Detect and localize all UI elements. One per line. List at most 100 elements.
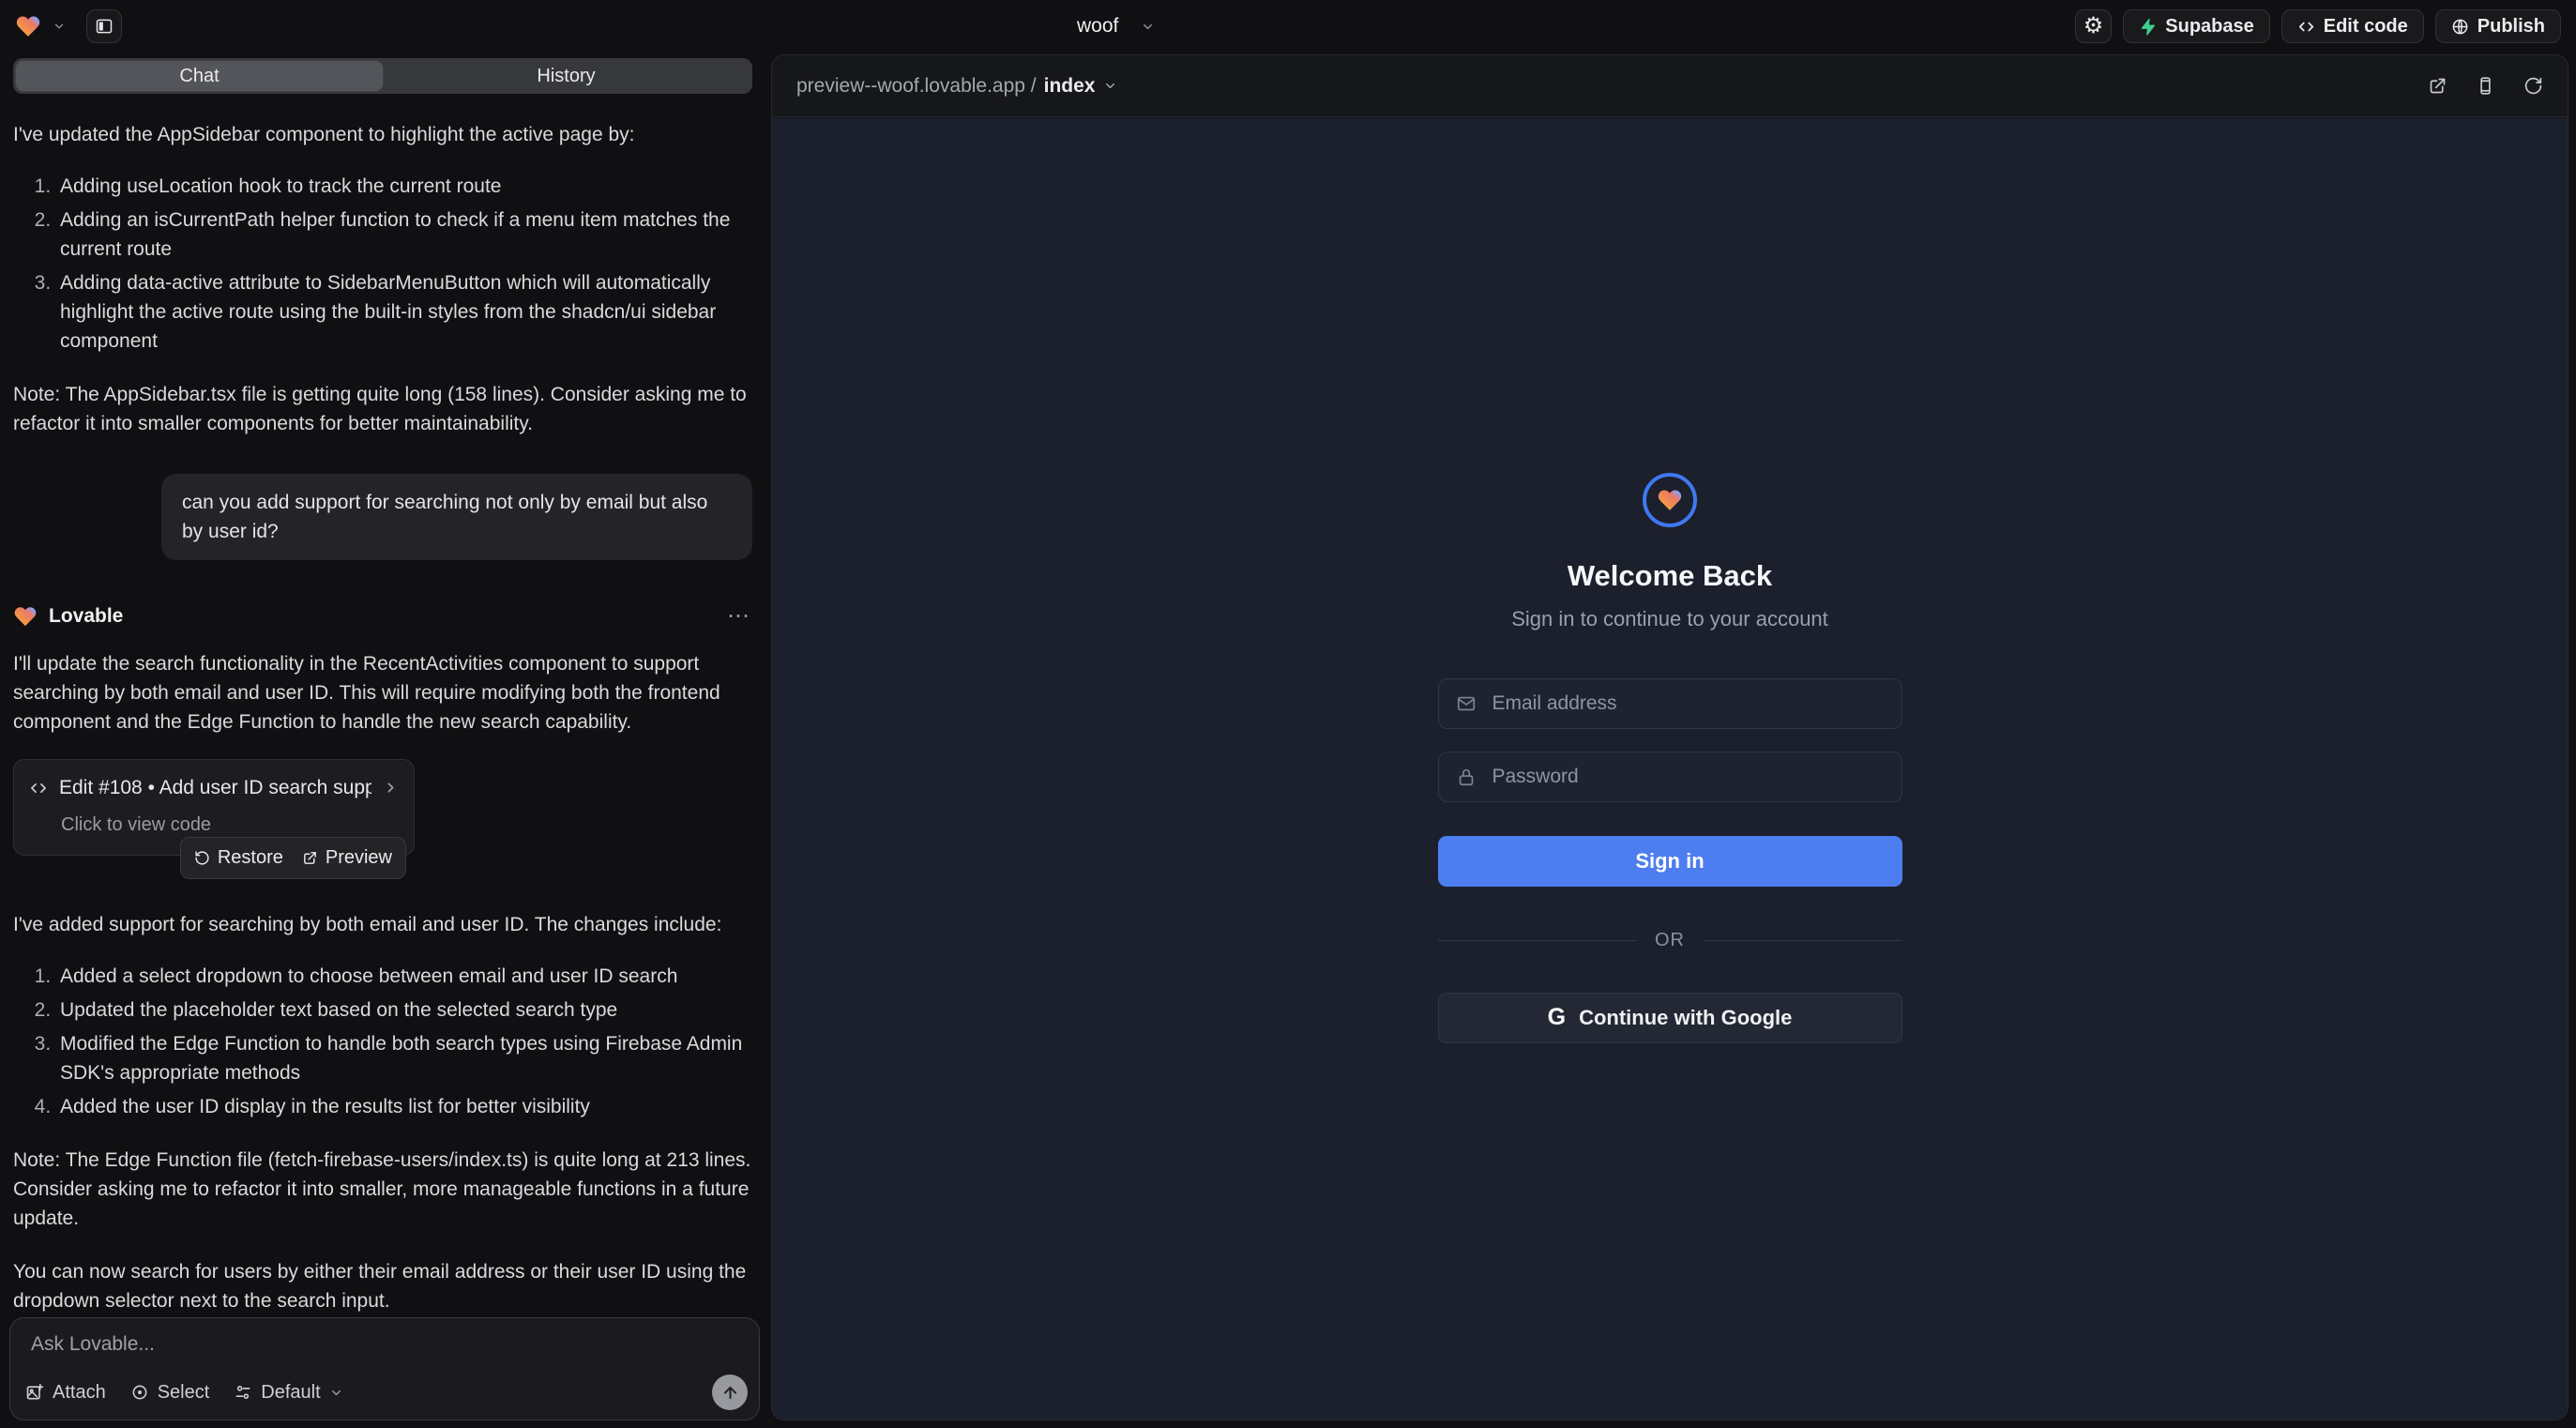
preview-button[interactable]: Preview (302, 843, 392, 873)
email-input[interactable] (1491, 691, 1885, 716)
restore-icon (194, 850, 210, 866)
chat-history-tabs: Chat History (13, 58, 752, 94)
project-name: woof (1077, 15, 1118, 38)
lovable-heart-icon (13, 605, 38, 628)
divider-line (1704, 940, 1902, 941)
assistant-name: Lovable (49, 601, 123, 630)
or-divider: OR (1438, 930, 1902, 951)
list-item: Updated the placeholder text based on th… (56, 995, 752, 1025)
list-item: Added the user ID display in the results… (56, 1092, 752, 1121)
edit-card[interactable]: Edit #108 • Add user ID search supp... C… (13, 759, 415, 856)
list-item: Adding an isCurrentPath helper function … (56, 205, 752, 264)
chat-input[interactable] (29, 1331, 740, 1373)
chat-composer[interactable]: Attach Select Default (9, 1317, 760, 1420)
attach-button[interactable]: Attach (25, 1382, 106, 1404)
user-message-row: can you add support for searching not on… (13, 474, 752, 560)
sign-in-button[interactable]: Sign in (1438, 836, 1902, 887)
target-icon (130, 1383, 149, 1402)
publish-button[interactable]: Publish (2435, 9, 2561, 43)
or-label: OR (1655, 930, 1685, 951)
url-chevron-down-icon (1103, 79, 1117, 93)
arrow-up-icon (721, 1384, 739, 1402)
send-button[interactable] (712, 1375, 748, 1410)
assistant-header: Lovable ⋯ (13, 601, 752, 630)
tab-chat[interactable]: Chat (16, 61, 383, 91)
edit-card-subtitle: Click to view code (61, 811, 399, 840)
project-switcher[interactable]: woof (1077, 0, 1155, 53)
preview-domain: preview--woof.lovable.app / (796, 75, 1037, 98)
preview-label: Preview (326, 843, 392, 873)
divider-line (1438, 940, 1637, 941)
assistant-message-text: I've added support for searching by both… (13, 910, 752, 939)
code-brackets-icon (29, 779, 48, 798)
lock-icon (1456, 767, 1477, 787)
select-label: Select (158, 1382, 210, 1404)
publish-label: Publish (2478, 16, 2545, 38)
edit-code-button[interactable]: Edit code (2281, 9, 2424, 43)
app-heart-icon (1657, 488, 1683, 512)
composer-toolbar: Attach Select Default (25, 1375, 748, 1410)
assistant-message-text: I'll update the search functionality in … (13, 649, 752, 737)
login-subtitle: Sign in to continue to your account (1511, 607, 1828, 631)
smartphone-icon (2476, 76, 2495, 96)
assistant-note: Note: The AppSidebar.tsx file is getting… (13, 380, 752, 438)
open-in-new-tab-button[interactable] (2428, 76, 2447, 96)
mobile-view-button[interactable] (2476, 76, 2495, 96)
sliders-icon (234, 1383, 252, 1402)
edit-card-title: Edit #108 • Add user ID search supp... (59, 773, 371, 802)
external-link-icon (302, 850, 318, 866)
google-label: Continue with Google (1579, 1006, 1792, 1030)
image-plus-icon (25, 1383, 44, 1402)
mode-dropdown[interactable]: Default (234, 1382, 342, 1404)
panel-left-icon (95, 17, 114, 36)
list-item: Adding data-active attribute to SidebarM… (56, 268, 752, 356)
chat-messages: I've updated the AppSidebar component to… (13, 105, 752, 1315)
email-field[interactable] (1438, 678, 1902, 729)
refresh-button[interactable] (2523, 76, 2543, 96)
chevron-down-icon (329, 1386, 343, 1400)
restore-label: Restore (218, 843, 283, 873)
more-menu-icon[interactable]: ⋯ (727, 601, 752, 630)
password-field[interactable] (1438, 752, 1902, 802)
edit-code-label: Edit code (2324, 16, 2408, 38)
logo-menu-chevron-down-icon[interactable] (53, 20, 66, 33)
mode-label: Default (261, 1382, 320, 1404)
external-link-icon (2428, 76, 2447, 96)
login-title: Welcome Back (1568, 559, 1772, 593)
chevron-right-icon (383, 780, 399, 796)
assistant-list: Adding useLocation hook to track the cur… (13, 172, 752, 356)
globe-icon (2451, 18, 2469, 36)
chat-panel: Chat History I've updated the AppSidebar… (0, 53, 765, 1428)
topbar-actions: ⚙ Supabase Edit code Publish (2075, 9, 2561, 43)
assistant-note: Note: The Edge Function file (fetch-fire… (13, 1146, 752, 1233)
supabase-button[interactable]: Supabase (2123, 9, 2269, 43)
top-bar: woof ⚙ Supabase Edit code Publish (0, 0, 2576, 53)
refresh-icon (2523, 76, 2543, 96)
google-sign-in-button[interactable]: G Continue with Google (1438, 993, 1902, 1043)
restore-button[interactable]: Restore (194, 843, 283, 873)
preview-url[interactable]: preview--woof.lovable.app / index (796, 75, 1117, 98)
settings-button[interactable]: ⚙ (2075, 9, 2113, 43)
toggle-sidebar-button[interactable] (86, 9, 122, 43)
assistant-message-text: I've updated the AppSidebar component to… (13, 120, 752, 149)
google-g-icon: G (1548, 1004, 1566, 1031)
list-item: Added a select dropdown to choose betwee… (56, 962, 752, 991)
list-item: Adding useLocation hook to track the cur… (56, 172, 752, 201)
app-logo (1643, 473, 1697, 527)
assistant-message-text: You can now search for users by either t… (13, 1257, 752, 1315)
user-message-bubble: can you add support for searching not on… (161, 474, 752, 560)
supabase-bolt-icon (2139, 18, 2157, 36)
password-input[interactable] (1491, 765, 1885, 789)
gear-icon: ⚙ (2084, 15, 2104, 38)
supabase-label: Supabase (2165, 16, 2253, 38)
preview-page: index (1044, 75, 1096, 98)
lovable-logo-heart-icon[interactable] (15, 14, 41, 38)
preview-panel: preview--woof.lovable.app / index (771, 54, 2568, 1420)
tab-history[interactable]: History (383, 61, 750, 91)
preview-toolbar (2428, 76, 2543, 96)
attach-label: Attach (53, 1382, 106, 1404)
edit-card-actions: Restore Preview (180, 837, 406, 879)
mail-icon (1456, 693, 1477, 714)
select-button[interactable]: Select (130, 1382, 210, 1404)
project-chevron-down-icon (1141, 20, 1155, 34)
